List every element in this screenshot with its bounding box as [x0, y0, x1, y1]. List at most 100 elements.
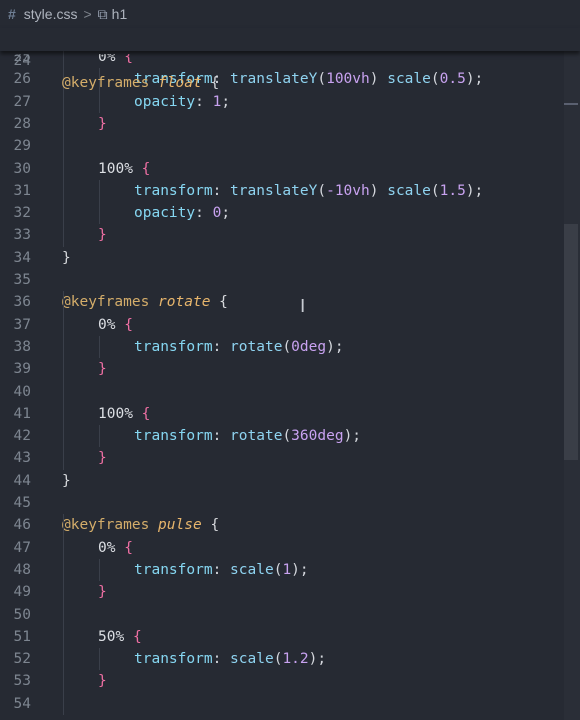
line-number: 54	[13, 695, 31, 712]
animation-name: rotate	[158, 294, 211, 311]
line-number: 29	[13, 138, 31, 155]
brace: {	[141, 405, 151, 422]
code-line[interactable]: 43}	[0, 447, 560, 469]
line-content: transform: scale(1.2);	[134, 648, 326, 670]
line-content: }	[98, 447, 107, 469]
function-name: scale	[387, 71, 431, 88]
code-line[interactable]: 40	[0, 381, 560, 403]
at-rule-keyword: @keyframes	[62, 294, 150, 311]
function-name: translateY	[230, 71, 318, 88]
code-line[interactable]: 35	[0, 269, 560, 291]
brace: {	[124, 316, 133, 333]
code-line[interactable]: 44}	[0, 470, 560, 492]
code-line[interactable]: 52 transform: scale(1.2);	[0, 648, 560, 670]
code-line[interactable]: 38 transform: rotate(0deg);	[0, 336, 560, 358]
css-property: opacity	[134, 205, 196, 222]
paren: )	[326, 338, 335, 355]
indent-guide	[99, 558, 100, 582]
paren: )	[343, 428, 353, 445]
brace: }	[98, 450, 107, 467]
line-content: 0% {	[98, 314, 133, 336]
code-line[interactable]: 39}	[0, 358, 560, 380]
code-line[interactable]: 45	[0, 492, 560, 514]
line-number: 41	[13, 405, 31, 422]
line-number: 32	[13, 205, 31, 222]
code-line[interactable]: 32 opacity: 0;	[0, 202, 560, 224]
number-value: -10vh	[326, 182, 370, 199]
line-number: 53	[13, 673, 31, 690]
number-value: 0	[212, 205, 222, 222]
line-number: 33	[13, 227, 31, 244]
line-number: 50	[13, 606, 31, 623]
paren: )	[465, 182, 475, 199]
paren: )	[369, 182, 379, 199]
line-content: }	[62, 470, 71, 492]
code-line[interactable]: 28}	[0, 113, 560, 135]
semicolon: ;	[474, 182, 484, 199]
indent-guide	[99, 425, 100, 448]
line-number: 52	[13, 651, 31, 668]
code-line[interactable]: 42 transform: rotate(360deg);	[0, 425, 560, 447]
code-line[interactable]: 49}	[0, 581, 560, 603]
number-value: 0.5	[439, 71, 466, 88]
code-line[interactable]: 30 100% {	[0, 158, 560, 180]
code-line[interactable]: 31 transform: translateY(-10vh) scale(1.5…	[0, 180, 560, 202]
breadcrumb: # style.css > ⧉ h1	[0, 0, 580, 28]
line-content: @keyframes pulse {	[62, 514, 219, 536]
indent-guide	[99, 335, 100, 359]
line-content: }	[98, 358, 107, 380]
line-content: transform: translateY(-10vh) scale(1.5);	[134, 180, 483, 202]
code-line[interactable]: 29	[0, 135, 560, 157]
at-rule-keyword: @keyframes	[62, 75, 150, 91]
paren: )	[369, 71, 379, 88]
css-file-icon: #	[8, 6, 16, 22]
number-value: 1.5	[439, 182, 466, 199]
breadcrumb-symbol[interactable]: h1	[112, 6, 128, 22]
line-number: 34	[13, 249, 31, 266]
line-content: 100% {	[98, 158, 150, 180]
code-line[interactable]: 33}	[0, 224, 560, 246]
at-rule-keyword: @keyframes	[62, 517, 150, 534]
code-line[interactable]: 36 @keyframes rotate {	[0, 291, 560, 313]
code-line[interactable]: 53}	[0, 670, 560, 692]
code-line[interactable]: 48 transform: scale(1);	[0, 559, 560, 581]
brace: {	[124, 49, 133, 65]
code-editor[interactable]: # style.css > ⧉ h1 25 0% {26 transform: tr…	[0, 0, 580, 720]
paren: (	[282, 338, 292, 355]
number-value: 1	[212, 93, 222, 110]
brace: }	[98, 115, 107, 132]
sticky-scroll-line[interactable]: 24 @keyframes float {	[0, 28, 580, 91]
code-line[interactable]: 37 0% {	[0, 314, 560, 336]
line-number: 48	[13, 561, 31, 578]
keyframe-selector: 0%	[98, 539, 116, 556]
brace: }	[62, 472, 71, 489]
line-content: }	[62, 247, 71, 269]
code-line[interactable]: 47 0% {	[0, 537, 560, 559]
line-number: 24	[13, 53, 31, 69]
code-line[interactable]: 46 @keyframes pulse {	[0, 514, 560, 536]
line-content: transform: scale(1);	[134, 559, 309, 581]
function-name: rotate	[230, 338, 283, 355]
breadcrumb-file[interactable]: style.css	[24, 6, 78, 22]
line-number: 42	[13, 428, 31, 445]
line-number: 28	[13, 115, 31, 132]
css-property: opacity	[134, 93, 196, 110]
css-property: transform	[134, 651, 213, 668]
code-line[interactable]: 54	[0, 693, 560, 715]
line-number: 37	[13, 316, 31, 333]
code-line[interactable]: 41 100% {	[0, 403, 560, 425]
symbol-icon: ⧉	[97, 5, 108, 22]
line-content: }	[98, 581, 107, 603]
paren: (	[282, 428, 292, 445]
code-line[interactable]: 51 50% {	[0, 626, 560, 648]
function-name: scale	[387, 182, 431, 199]
code-line[interactable]: 50	[0, 604, 560, 626]
brace: {	[219, 294, 228, 311]
css-property: transform	[134, 182, 213, 199]
line-content: opacity: 0;	[134, 202, 230, 224]
code-line[interactable]: 34}	[0, 247, 560, 269]
colon: :	[195, 205, 213, 222]
brace: }	[98, 584, 107, 601]
scrollbar-thumb[interactable]	[564, 224, 578, 460]
paren: (	[430, 182, 440, 199]
